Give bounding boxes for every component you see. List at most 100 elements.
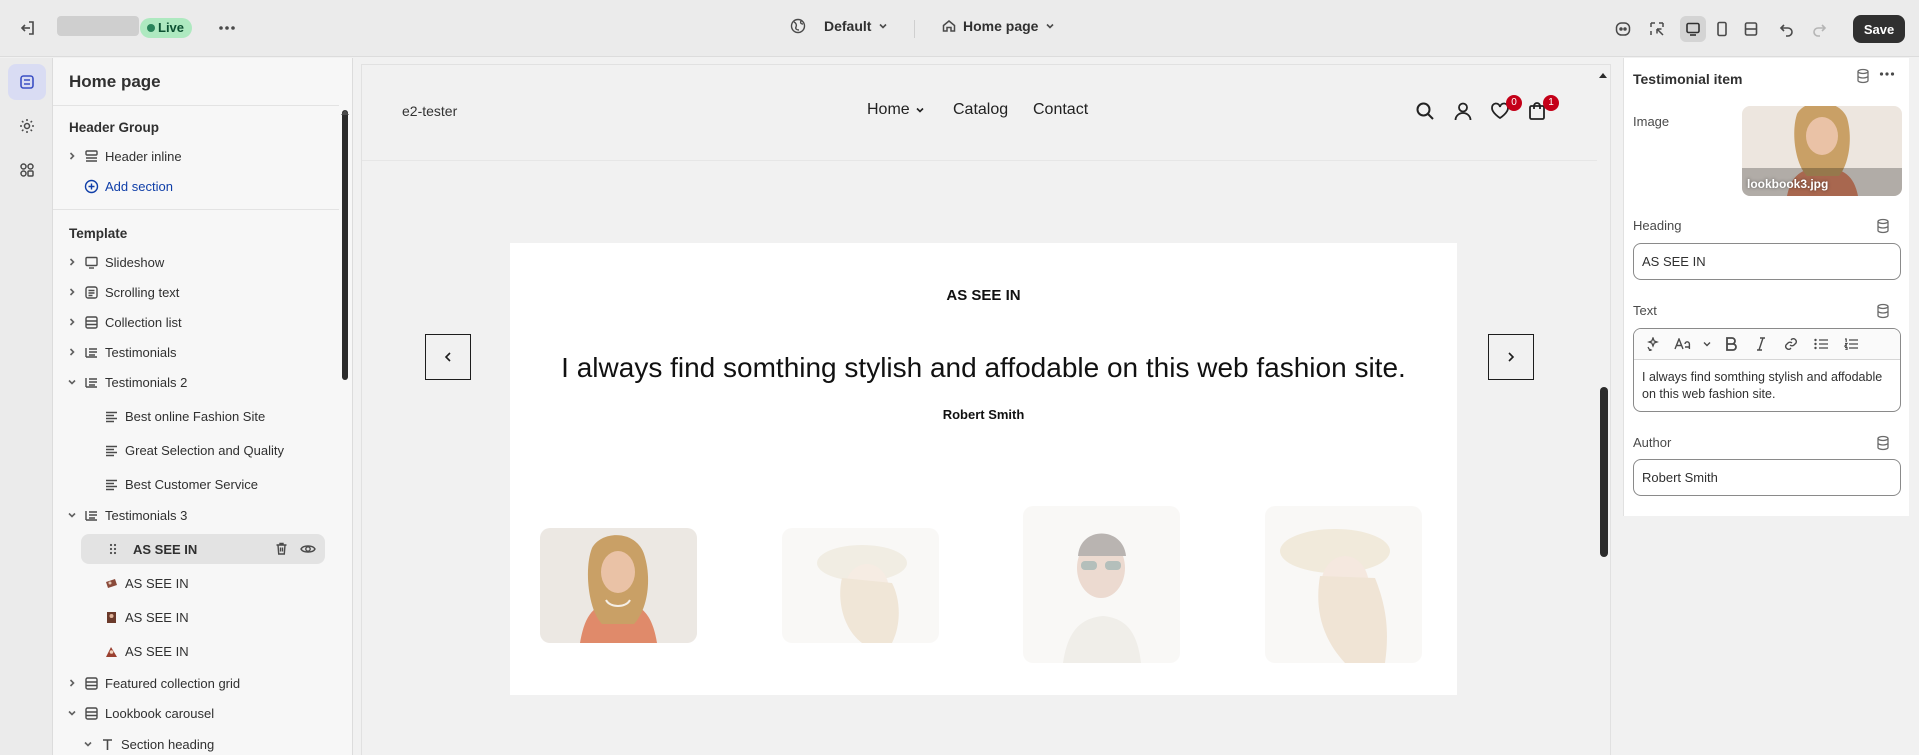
delete-icon[interactable]	[274, 541, 289, 556]
logo-image-4[interactable]	[1265, 506, 1422, 663]
sidebar-item-label: Slideshow	[105, 254, 165, 270]
sidebar-item-testimonials-3[interactable]: Testimonials 3	[63, 500, 323, 530]
sidebar-item-best-customer-service[interactable]: Best Customer Service	[83, 469, 343, 499]
more-options-icon[interactable]	[1879, 71, 1895, 77]
sidebar-item-testimonials-2[interactable]: Testimonials 2	[63, 367, 323, 397]
text-rich-editor[interactable]: I always find somthing stylish and affod…	[1633, 328, 1901, 412]
logo-image-1[interactable]	[540, 528, 697, 643]
fullscreen-view-button[interactable]	[1738, 16, 1764, 42]
sidebar-item-as-see-in[interactable]: AS SEE IN	[83, 568, 343, 598]
italic-icon[interactable]	[1748, 333, 1774, 355]
save-button[interactable]: Save	[1853, 15, 1905, 43]
sidebar-item-scrolling-text[interactable]: Scrolling text	[63, 277, 323, 307]
undo-icon[interactable]	[1774, 16, 1800, 42]
testimonials-icon	[81, 508, 101, 523]
account-icon[interactable]	[1453, 101, 1473, 121]
author-label: Author	[1633, 435, 1672, 450]
carousel-next-button[interactable]	[1488, 334, 1534, 380]
sidebar-item-as-see-in[interactable]: AS SEE IN	[83, 602, 343, 632]
store-brand[interactable]: e2-tester	[402, 103, 457, 119]
more-actions-icon[interactable]	[216, 17, 238, 39]
sidebar-item-best-online-fashion-site[interactable]: Best online Fashion Site	[83, 401, 343, 431]
sidebar-item-header-inline[interactable]: Header inline	[63, 141, 323, 171]
drag-handle-icon[interactable]	[103, 543, 123, 555]
theme-selector[interactable]: Default	[790, 18, 889, 34]
sidebar-item-label: AS SEE IN	[133, 541, 198, 557]
chevron-down-icon[interactable]	[63, 510, 81, 520]
sidebar-item-label: Header inline	[105, 148, 182, 164]
nav-contact[interactable]: Contact	[1033, 101, 1088, 119]
sidebar-item-section-heading[interactable]: Section heading	[79, 729, 339, 755]
sections-sidebar: Home page Header Group Header inline Add…	[53, 58, 353, 755]
heading-type-icon	[97, 737, 117, 752]
store-name-placeholder	[57, 16, 139, 36]
sidebar-item-label: Scrolling text	[105, 284, 180, 300]
mobile-view-button[interactable]	[1709, 16, 1735, 42]
heading-field[interactable]: AS SEE IN	[1633, 243, 1901, 280]
image-picker[interactable]: lookbook3.jpg	[1742, 106, 1902, 196]
scroll-up-icon[interactable]	[1598, 71, 1608, 79]
bold-icon[interactable]	[1718, 333, 1744, 355]
chevron-right-icon[interactable]	[63, 257, 81, 267]
dynamic-source-icon[interactable]	[1876, 435, 1890, 451]
ai-generate-icon[interactable]	[1640, 333, 1666, 355]
chevron-right-icon[interactable]	[63, 317, 81, 327]
chevron-right-icon[interactable]	[63, 287, 81, 297]
scroll-up-icon[interactable]	[340, 108, 350, 116]
numbered-list-icon[interactable]	[1838, 333, 1864, 355]
testimonial-author: Robert Smith	[942, 407, 1025, 422]
store-header: e2-tester Home Catalog Contact 0 1	[362, 65, 1597, 161]
sidebar-item-label: Featured collection grid	[105, 675, 241, 691]
collection-icon	[81, 706, 101, 721]
inspector-icon[interactable]	[1644, 16, 1670, 42]
chevron-right-icon[interactable]	[63, 151, 81, 161]
sections-icon[interactable]	[8, 64, 46, 100]
image-filename: lookbook3.jpg	[1747, 177, 1829, 191]
testimonial-card: AS SEE IN I always find somthing stylish…	[510, 243, 1457, 695]
testimonial-heading: AS SEE IN	[946, 287, 1021, 304]
add-section-button[interactable]: Add section	[63, 171, 323, 201]
text-size-icon[interactable]	[1670, 333, 1696, 355]
nav-catalog[interactable]: Catalog	[953, 101, 1008, 119]
chevron-down-icon[interactable]	[63, 708, 81, 718]
desktop-view-button[interactable]	[1680, 16, 1706, 42]
search-icon[interactable]	[1415, 101, 1435, 121]
sidebar-item-label: Best Customer Service	[125, 476, 258, 492]
redo-icon[interactable]	[1806, 16, 1832, 42]
settings-gear-icon[interactable]	[8, 108, 46, 144]
link-icon[interactable]	[1778, 333, 1804, 355]
chevron-down-icon[interactable]	[1700, 333, 1714, 355]
exit-icon[interactable]	[17, 17, 39, 39]
sidebar-item-great-selection[interactable]: Great Selection and Quality	[83, 435, 343, 465]
preview-scrollbar[interactable]	[1600, 387, 1608, 557]
carousel-prev-button[interactable]	[425, 334, 471, 380]
chevron-down-icon[interactable]	[63, 377, 81, 387]
author-field[interactable]: Robert Smith	[1633, 459, 1901, 496]
dynamic-source-icon[interactable]	[1856, 68, 1870, 84]
sidebar-scrollbar[interactable]	[342, 110, 348, 380]
text-value[interactable]: I always find somthing stylish and affod…	[1634, 360, 1900, 411]
sidebar-item-as-see-in-selected[interactable]: AS SEE IN	[81, 534, 325, 564]
testimonials-icon	[81, 345, 101, 360]
bullet-list-icon[interactable]	[1808, 333, 1834, 355]
apps-icon[interactable]	[8, 152, 46, 188]
sidebar-item-featured-collection-grid[interactable]: Featured collection grid	[63, 668, 323, 698]
nav-home[interactable]: Home	[867, 101, 926, 119]
logo-image-3[interactable]	[1023, 506, 1180, 663]
sidebar-item-label: Best online Fashion Site	[125, 408, 266, 424]
sidebar-item-lookbook-carousel[interactable]: Lookbook carousel	[63, 698, 323, 728]
eye-icon[interactable]	[300, 542, 316, 556]
logo-image-2[interactable]	[782, 528, 939, 643]
dynamic-source-icon[interactable]	[1876, 218, 1890, 234]
dynamic-source-icon[interactable]	[1876, 303, 1890, 319]
chevron-right-icon[interactable]	[63, 347, 81, 357]
sidebar-item-testimonials[interactable]: Testimonials	[63, 337, 323, 367]
sidebar-item-label: Section heading	[121, 736, 215, 752]
chevron-down-icon[interactable]	[79, 739, 97, 749]
page-selector[interactable]: Home page	[941, 18, 1056, 34]
ai-assistant-icon[interactable]	[1610, 16, 1636, 42]
sidebar-item-collection-list[interactable]: Collection list	[63, 307, 323, 337]
chevron-right-icon[interactable]	[63, 678, 81, 688]
sidebar-item-slideshow[interactable]: Slideshow	[63, 247, 323, 277]
sidebar-item-as-see-in[interactable]: AS SEE IN	[83, 636, 343, 666]
